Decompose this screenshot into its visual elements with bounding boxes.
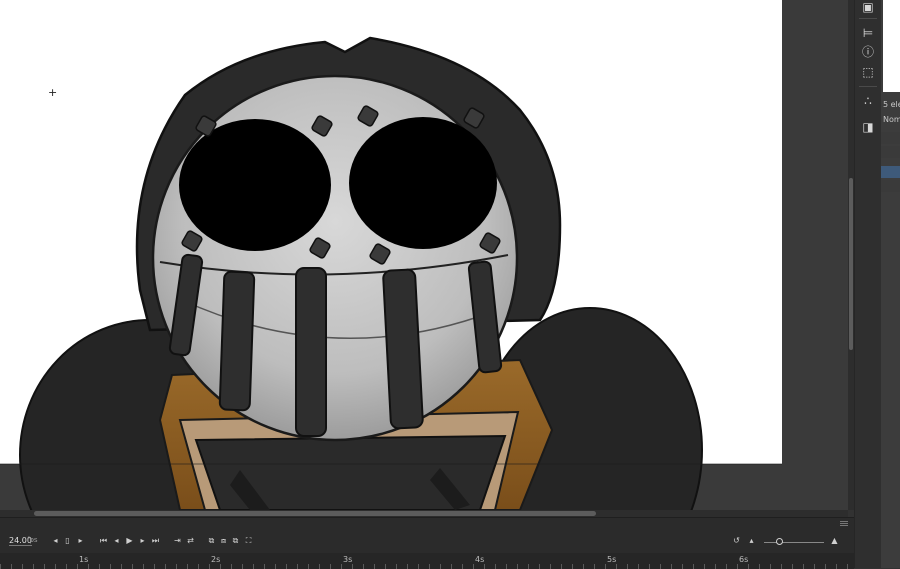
go-to-last-icon[interactable]: ⏭ bbox=[150, 535, 161, 546]
zoom-out-icon[interactable]: ▴ bbox=[746, 535, 757, 546]
onion-skin-icon[interactable]: ⧉ bbox=[206, 535, 217, 546]
components-icon[interactable]: ◨ bbox=[861, 120, 875, 134]
timeline-ruler[interactable]: 1s 2s 3s 4s 5s 6s bbox=[0, 553, 854, 569]
ruler-label: 2s bbox=[211, 555, 221, 564]
edit-multiple-frames-icon[interactable]: ⧉ bbox=[230, 535, 241, 546]
right-eye bbox=[349, 117, 497, 249]
transform-icon[interactable]: ⬚ bbox=[861, 65, 875, 79]
info-icon[interactable]: ⓘ bbox=[861, 45, 875, 59]
step-backward-icon[interactable]: ◂ bbox=[111, 535, 122, 546]
strip-separator bbox=[859, 18, 877, 19]
library-row[interactable] bbox=[881, 132, 900, 144]
horizontal-scroll-thumb[interactable] bbox=[34, 511, 596, 516]
library-panel: 5 elem Nom bbox=[881, 0, 900, 568]
loop-icon[interactable]: ▸ bbox=[75, 535, 86, 546]
onion-skin-outline-icon[interactable]: ⧈ bbox=[218, 535, 229, 546]
color-swatches-icon[interactable]: ∴ bbox=[861, 94, 875, 108]
ruler-label: 5s bbox=[607, 555, 617, 564]
left-eye bbox=[179, 119, 331, 251]
elements-count: 5 elem bbox=[883, 100, 900, 109]
vertical-scroll-thumb[interactable] bbox=[849, 178, 853, 350]
library-row[interactable] bbox=[881, 180, 900, 192]
ruler-label: 3s bbox=[343, 555, 353, 564]
go-to-first-frame-icon[interactable]: ◂ bbox=[50, 535, 61, 546]
ruler-label: 4s bbox=[475, 555, 485, 564]
library-row[interactable] bbox=[881, 146, 900, 158]
onion-markers-icon[interactable]: ⛶ bbox=[243, 535, 254, 546]
timeline-header bbox=[0, 518, 854, 532]
timeline-panel: 24.00 fps ◂ ▯ ▸ ⏮ ◂ ▶ ▸ ⏭ ⇥ ⇄ ⧉ ⧈ ⧉ ⛶ ↺ … bbox=[0, 517, 854, 569]
library-row-selected[interactable] bbox=[881, 166, 900, 178]
go-to-first-icon[interactable]: ⏮ bbox=[98, 535, 109, 546]
insert-keyframe-icon[interactable]: ⇥ bbox=[172, 535, 183, 546]
strip-separator bbox=[859, 86, 877, 87]
zoom-in-icon[interactable]: ▲ bbox=[829, 535, 840, 546]
rotate-view-icon[interactable]: ↺ bbox=[731, 535, 742, 546]
zoom-slider-track[interactable] bbox=[764, 542, 824, 543]
horizontal-scrollbar[interactable] bbox=[0, 510, 848, 517]
stage-workspace[interactable]: + bbox=[0, 0, 848, 510]
ruler-label: 6s bbox=[739, 555, 749, 564]
fps-unit: fps bbox=[27, 536, 38, 544]
right-tool-strip: ▣ ⊨ ⓘ ⬚ ∴ ◨ bbox=[854, 0, 882, 568]
character-artwork[interactable] bbox=[0, 0, 848, 510]
library-preview bbox=[883, 0, 900, 92]
step-forward-icon[interactable]: ▸ bbox=[137, 535, 148, 546]
ruler-label: 1s bbox=[79, 555, 89, 564]
loop-playback-icon[interactable]: ⇄ bbox=[185, 535, 196, 546]
play-icon[interactable]: ▶ bbox=[124, 535, 135, 546]
panel-grip-icon[interactable] bbox=[840, 521, 848, 527]
step-back-icon[interactable]: ▯ bbox=[62, 535, 73, 546]
ruler-ticks bbox=[0, 564, 854, 569]
align-icon[interactable]: ⊨ bbox=[861, 26, 875, 40]
name-column-header[interactable]: Nom bbox=[883, 115, 900, 124]
playback-controls: 24.00 fps ◂ ▯ ▸ ⏮ ◂ ▶ ▸ ⏭ ⇥ ⇄ ⧉ ⧈ ⧉ ⛶ ↺ … bbox=[0, 532, 854, 552]
zoom-slider-thumb[interactable] bbox=[776, 538, 783, 545]
library-icon[interactable]: ▣ bbox=[861, 0, 875, 14]
